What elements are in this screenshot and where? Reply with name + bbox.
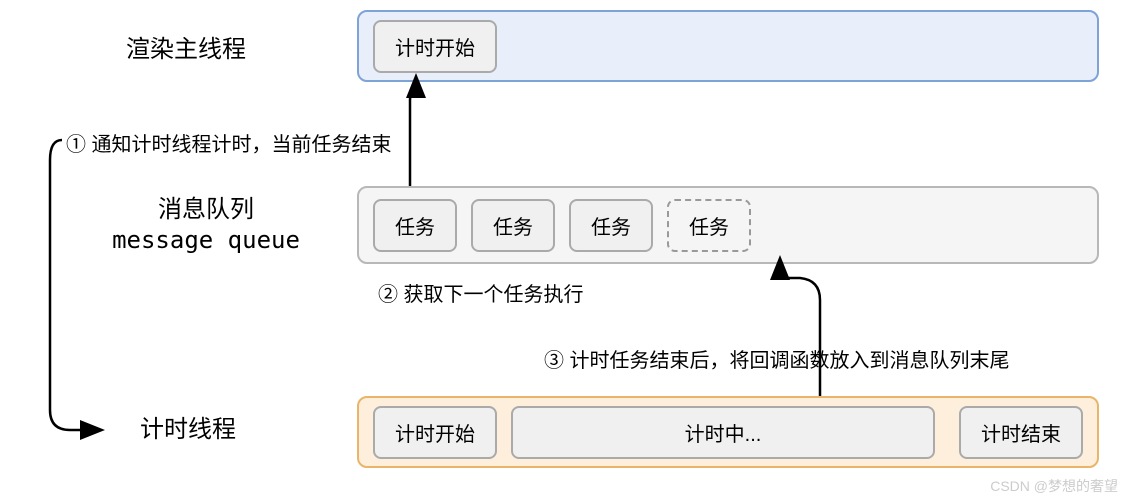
- annotation-2-text: ② 获取下一个任务执行: [378, 284, 584, 306]
- message-queue-lane: 任务 任务 任务 任务: [357, 186, 1099, 264]
- queue-task-dashed: 任务: [667, 199, 751, 252]
- arrow-callback-enqueue: [780, 260, 820, 396]
- render-task-timer-start: 计时开始: [373, 20, 497, 73]
- queue-task-dashed-label: 任务: [689, 217, 729, 239]
- message-queue-cn: 消息队列: [158, 194, 254, 225]
- timer-task-start: 计时开始: [373, 406, 497, 459]
- queue-task-label: 任务: [493, 217, 533, 239]
- annotation-1: ① 通知计时线程计时，当前任务结束: [66, 128, 392, 157]
- timer-task-running: 计时中...: [511, 406, 935, 459]
- message-queue-label: 消息队列 message queue: [96, 194, 316, 256]
- timer-task-end: 计时结束: [959, 406, 1083, 459]
- timer-start-label: 计时开始: [395, 424, 475, 446]
- timer-end-label: 计时结束: [981, 424, 1061, 446]
- annotation-3: ③ 计时任务结束后，将回调函数放入到消息队列末尾: [544, 344, 1010, 373]
- watermark: CSDN @梦想的奢望: [990, 476, 1118, 496]
- watermark-text: CSDN @梦想的奢望: [990, 478, 1118, 494]
- queue-task: 任务: [373, 199, 457, 252]
- annotation-3-text: ③ 计时任务结束后，将回调函数放入到消息队列末尾: [544, 350, 1010, 372]
- annotation-2: ② 获取下一个任务执行: [378, 278, 584, 307]
- queue-task: 任务: [471, 199, 555, 252]
- annotation-1-text: ① 通知计时线程计时，当前任务结束: [66, 134, 392, 156]
- render-thread-label: 渲染主线程: [96, 34, 276, 65]
- timer-thread-text: 计时线程: [140, 414, 236, 445]
- timer-thread-lane: 计时开始 计时中... 计时结束: [357, 396, 1099, 468]
- queue-task: 任务: [569, 199, 653, 252]
- arrow-fetch-task: [410, 78, 416, 186]
- render-thread-text: 渲染主线程: [126, 34, 246, 65]
- arrow-notify-timer: [50, 140, 100, 430]
- timer-thread-label: 计时线程: [118, 414, 258, 445]
- message-queue-en: message queue: [112, 225, 300, 256]
- render-thread-lane: 计时开始: [357, 10, 1099, 82]
- timer-running-label: 计时中...: [685, 424, 762, 446]
- queue-task-label: 任务: [591, 217, 631, 239]
- render-task-label: 计时开始: [395, 38, 475, 60]
- queue-task-label: 任务: [395, 217, 435, 239]
